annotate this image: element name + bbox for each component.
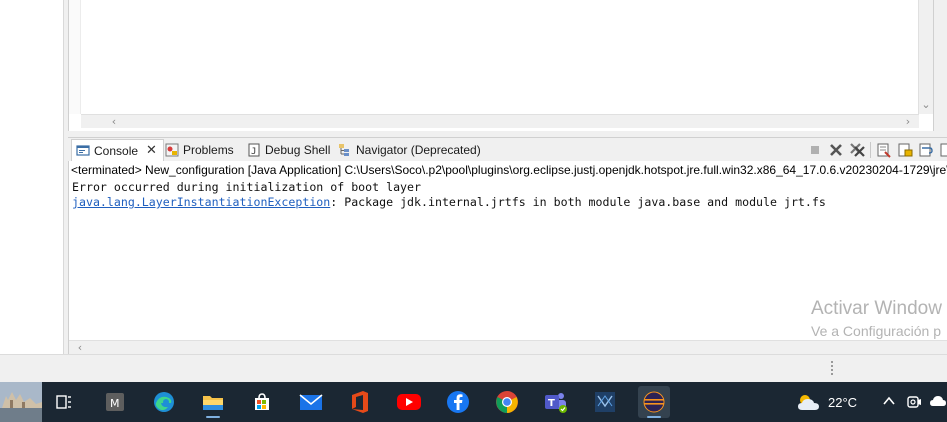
console-tab-bar: Console ✕ Problems J Debug Shell Navigat… bbox=[68, 137, 947, 161]
editor-vertical-scrollbar[interactable]: ⌄ bbox=[918, 0, 933, 114]
scroll-left-icon[interactable]: ‹ bbox=[73, 341, 87, 355]
editor-gutter bbox=[69, 0, 81, 114]
edge-icon[interactable] bbox=[148, 386, 180, 418]
task-view-icon[interactable] bbox=[48, 386, 80, 418]
resize-grip-icon[interactable] bbox=[831, 361, 834, 375]
editor-text[interactable] bbox=[81, 0, 919, 114]
eclipse-window: ⌄ ‹ › Console ✕ Problems J Debug Shell N… bbox=[0, 0, 947, 422]
navigator-icon bbox=[338, 143, 352, 157]
weather-temperature: 22°C bbox=[828, 394, 858, 410]
left-panel bbox=[0, 0, 64, 354]
console-line-error: Error occurred during initialization of … bbox=[72, 180, 422, 194]
svg-text:J: J bbox=[251, 147, 256, 157]
tab-problems[interactable]: Problems bbox=[165, 139, 234, 161]
console-line-exception: java.lang.LayerInstantiationException: P… bbox=[72, 195, 826, 209]
status-bar bbox=[0, 354, 947, 382]
toolbar-separator bbox=[870, 142, 871, 158]
cloud-icon[interactable] bbox=[929, 394, 947, 411]
activation-watermark-title: Activar Window bbox=[811, 298, 942, 319]
exception-message: : Package jdk.internal.jrtfs in both mod… bbox=[330, 195, 826, 209]
activation-watermark-subtitle: Ve a Configuración p bbox=[811, 323, 941, 339]
tab-problems-label: Problems bbox=[183, 143, 234, 157]
tab-console[interactable]: Console ✕ bbox=[71, 139, 164, 161]
mail-icon[interactable] bbox=[295, 386, 327, 418]
remove-launch-icon[interactable] bbox=[828, 142, 844, 158]
word-wrap-icon[interactable] bbox=[918, 142, 934, 158]
editor-horizontal-scrollbar[interactable]: ‹ › bbox=[81, 114, 919, 128]
facebook-icon[interactable] bbox=[442, 386, 474, 418]
debug-shell-icon: J bbox=[247, 143, 261, 157]
eclipse-icon[interactable] bbox=[638, 386, 670, 418]
chrome-icon[interactable] bbox=[491, 386, 523, 418]
chevron-up-icon[interactable] bbox=[882, 394, 896, 411]
wallpaper-thumbnail[interactable] bbox=[0, 382, 42, 422]
scroll-left-icon[interactable]: ‹ bbox=[107, 115, 121, 129]
tab-debug-shell-label: Debug Shell bbox=[265, 143, 331, 157]
console-toolbar bbox=[807, 142, 947, 158]
svg-text:T: T bbox=[548, 398, 555, 409]
office-icon[interactable] bbox=[344, 386, 376, 418]
scroll-lock-icon[interactable] bbox=[897, 142, 913, 158]
remove-all-terminated-icon[interactable] bbox=[849, 142, 865, 158]
scroll-right-icon[interactable]: › bbox=[901, 115, 915, 129]
windows-taskbar: M T 22°C bbox=[0, 382, 947, 422]
exception-link[interactable]: java.lang.LayerInstantiationException bbox=[72, 195, 330, 209]
tab-console-label: Console bbox=[94, 143, 139, 158]
editor-area[interactable]: ⌄ ‹ › bbox=[68, 0, 934, 131]
pin-console-icon[interactable] bbox=[939, 142, 947, 158]
m-app-icon[interactable]: M bbox=[99, 386, 131, 418]
problems-icon bbox=[165, 143, 179, 157]
cloudy-sun-icon bbox=[796, 392, 822, 412]
tab-navigator[interactable]: Navigator (Deprecated) bbox=[338, 139, 481, 161]
file-explorer-icon[interactable] bbox=[197, 386, 229, 418]
console-horizontal-scrollbar[interactable]: ‹ bbox=[69, 340, 947, 354]
terminate-icon[interactable] bbox=[807, 142, 823, 158]
youtube-icon[interactable] bbox=[393, 386, 425, 418]
clear-console-icon[interactable] bbox=[876, 142, 892, 158]
console-icon bbox=[76, 144, 90, 158]
close-icon[interactable]: ✕ bbox=[146, 143, 157, 158]
scroll-down-icon[interactable]: ⌄ bbox=[919, 98, 933, 112]
microsoft-store-icon[interactable] bbox=[246, 386, 278, 418]
teams-icon[interactable]: T bbox=[540, 386, 572, 418]
tab-debug-shell[interactable]: J Debug Shell bbox=[247, 139, 330, 161]
svg-text:M: M bbox=[110, 397, 120, 410]
network-app-icon[interactable] bbox=[589, 386, 621, 418]
camera-icon[interactable] bbox=[906, 394, 922, 413]
tab-navigator-label: Navigator (Deprecated) bbox=[356, 143, 481, 157]
console-launch-description: <terminated> New_configuration [Java App… bbox=[71, 163, 947, 177]
weather-widget[interactable]: 22°C bbox=[796, 392, 857, 412]
